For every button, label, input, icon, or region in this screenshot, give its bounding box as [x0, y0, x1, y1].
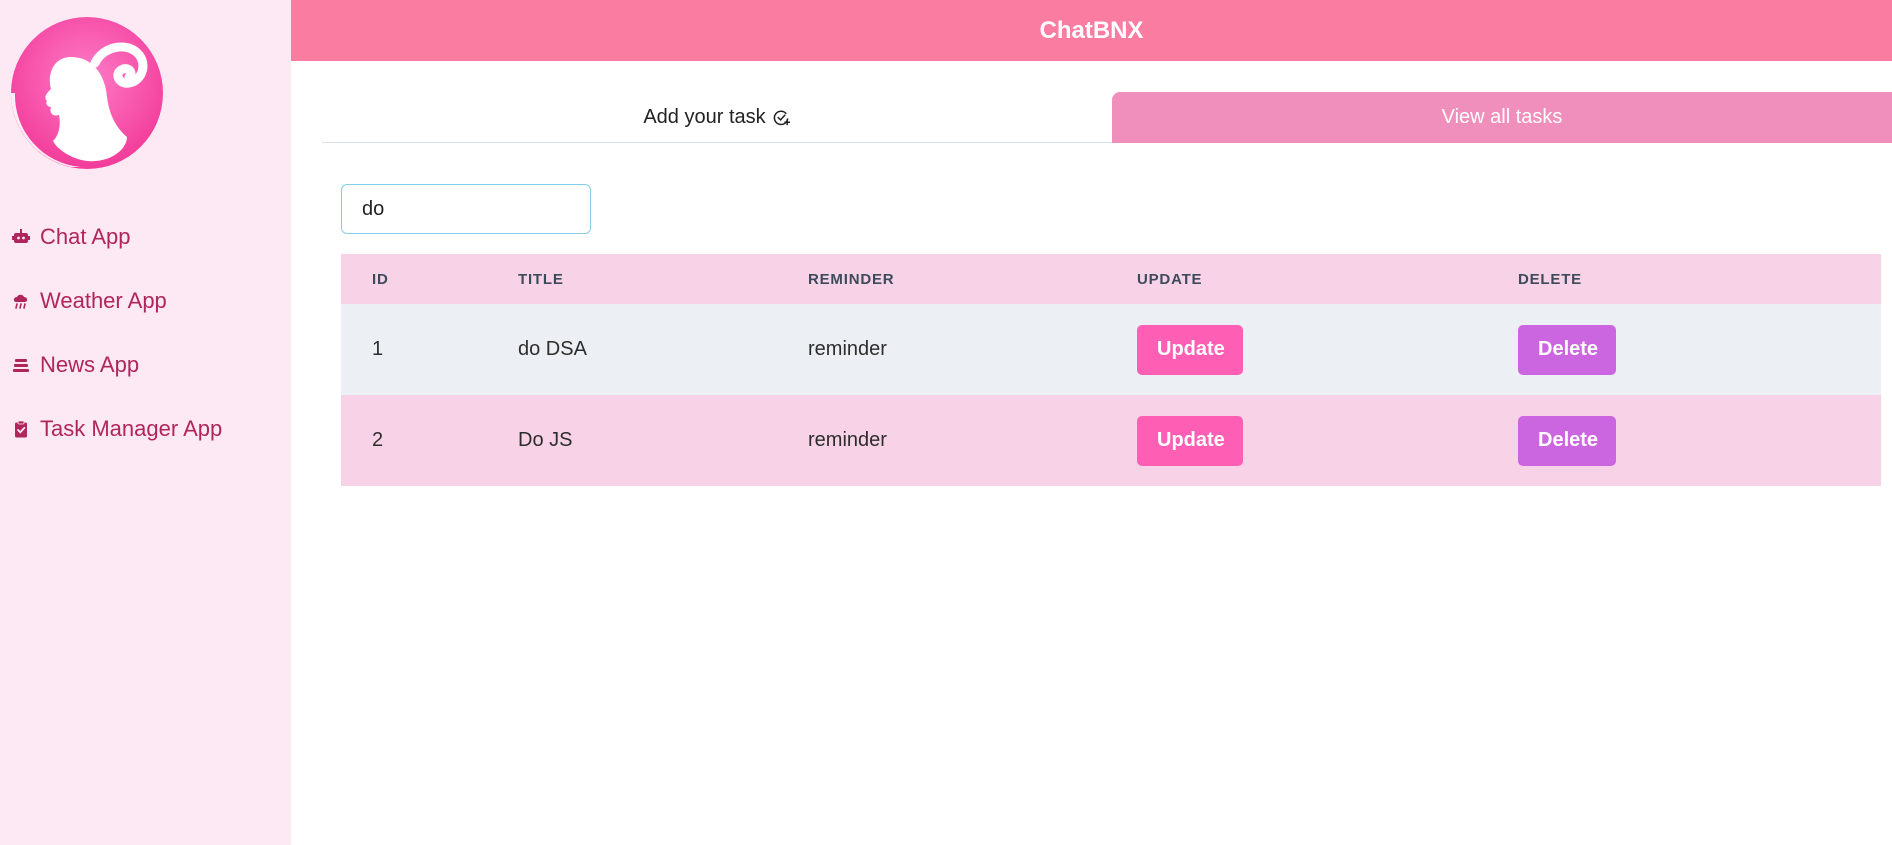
task-id: 2	[372, 429, 384, 451]
task-reminder: reminder	[808, 429, 887, 451]
delete-cell: Delete	[1518, 415, 1881, 466]
sidebar-item-label: Weather App	[40, 288, 167, 313]
update-button[interactable]: Update	[1137, 415, 1243, 466]
tab-label: View all tasks	[1441, 106, 1563, 128]
delete-button[interactable]: Delete	[1518, 415, 1616, 466]
sidebar-item-label: News App	[40, 352, 140, 377]
sidebar: Chat App Weather App News App Task Manag…	[0, 0, 291, 845]
sidebar-item-chat-app[interactable]: Chat App	[0, 205, 291, 269]
cloud-rain-icon	[12, 292, 30, 310]
app-header: ChatBNX	[291, 0, 1892, 61]
table-row: 2 Do JS reminder Update Delete	[341, 395, 1881, 486]
column-header-title: TITLE	[518, 270, 564, 288]
delete-cell: Delete	[1518, 324, 1881, 375]
column-header-id: ID	[372, 270, 389, 288]
column-header-update: UPDATE	[1137, 270, 1203, 288]
sidebar-item-label: Task Manager App	[40, 416, 223, 441]
app-logo	[11, 17, 163, 169]
table-row: 1 do DSA reminder Update Delete	[341, 304, 1881, 395]
task-tabs: Add your task View all tasks	[322, 92, 1892, 143]
tab-label: Add your task	[643, 106, 766, 128]
robot-icon	[12, 228, 30, 246]
task-id: 1	[372, 338, 384, 360]
tasks-table: ID TITLE REMINDER UPDATE DELETE 1 do DSA…	[341, 254, 1881, 486]
update-cell: Update	[1137, 324, 1518, 375]
app-title: ChatBNX	[1039, 16, 1144, 44]
task-reminder: reminder	[808, 338, 887, 360]
delete-button[interactable]: Delete	[1518, 324, 1616, 375]
table-header: ID TITLE REMINDER UPDATE DELETE	[341, 254, 1881, 304]
sidebar-item-news-app[interactable]: News App	[0, 333, 291, 397]
check-plus-icon	[772, 108, 791, 127]
search-input[interactable]	[341, 184, 591, 234]
task-title: Do JS	[518, 429, 573, 451]
clipboard-check-icon	[12, 420, 30, 438]
layers-icon	[12, 356, 30, 374]
sidebar-item-task-manager-app[interactable]: Task Manager App	[0, 397, 291, 461]
update-button[interactable]: Update	[1137, 324, 1243, 375]
update-cell: Update	[1137, 415, 1518, 466]
tab-view-all-tasks[interactable]: View all tasks	[1112, 92, 1892, 143]
column-header-delete: DELETE	[1518, 270, 1582, 288]
sidebar-nav: Chat App Weather App News App Task Manag…	[0, 205, 291, 461]
sidebar-item-weather-app[interactable]: Weather App	[0, 269, 291, 333]
sidebar-item-label: Chat App	[40, 224, 131, 249]
tab-add-your-task[interactable]: Add your task	[322, 92, 1112, 143]
column-header-reminder: REMINDER	[808, 270, 895, 288]
task-title: do DSA	[518, 338, 587, 360]
